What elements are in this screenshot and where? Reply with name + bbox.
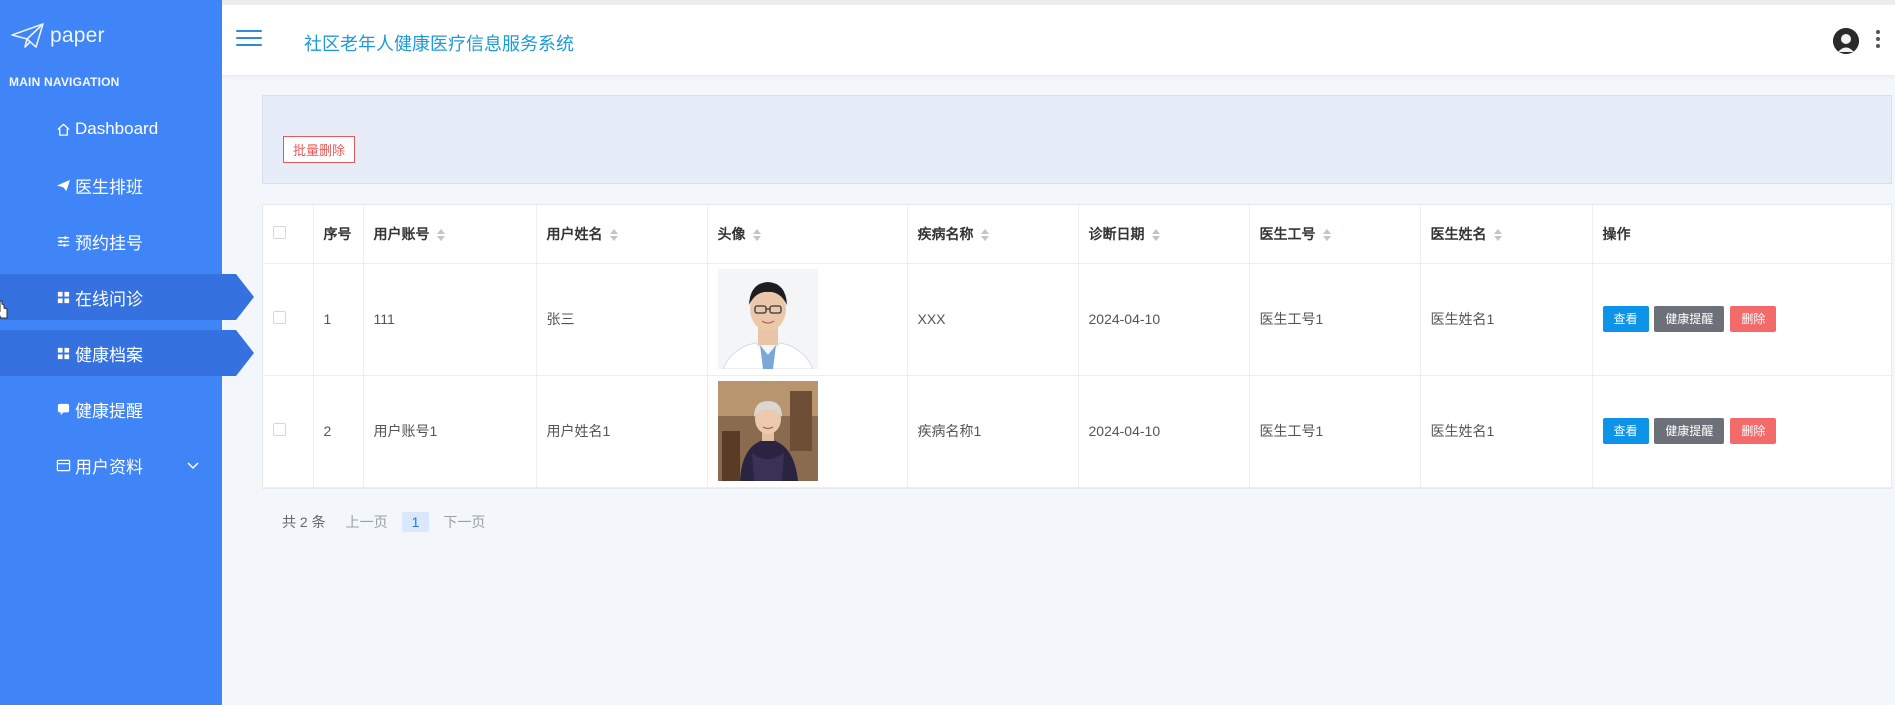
home-icon	[55, 121, 71, 137]
select-all-checkbox[interactable]	[273, 225, 286, 239]
table-row: 2 用户账号1 用户姓名1 疾病名称1 2024-04-10 医生工号1 医生姓…	[263, 375, 1893, 488]
delete-button[interactable]: 删除	[1730, 418, 1777, 444]
nav-list: Dashboard 医生排班 预约挂号 在线问诊 健康档案 健康提醒 用户资料	[0, 106, 254, 498]
cell-index: 2	[313, 375, 364, 488]
cell-doctor-name: 医生姓名1	[1420, 375, 1593, 488]
sort-icon[interactable]	[980, 228, 990, 242]
sidebar-item-doctor-schedule[interactable]: 医生排班	[0, 162, 222, 208]
cell-avatar	[707, 263, 908, 376]
sort-icon[interactable]	[1493, 228, 1503, 242]
cell-index: 1	[313, 263, 364, 376]
app-title: 社区老年人健康医疗信息服务系统	[304, 34, 574, 54]
sidebar-item-label: 医生排班	[75, 177, 143, 197]
health-reminder-button[interactable]: 健康提醒	[1654, 306, 1725, 332]
column-header-sortable[interactable]: 用户姓名	[536, 205, 708, 264]
avatar-photo-elderly-woman[interactable]	[717, 381, 818, 481]
more-vertical-icon[interactable]	[1875, 30, 1881, 52]
brand-text: paper	[50, 24, 105, 47]
delete-button[interactable]: 删除	[1730, 306, 1777, 332]
chat-bubble-icon	[55, 401, 71, 417]
header-top-strip	[222, 0, 1895, 5]
cell-name: 张三	[536, 263, 708, 376]
cell-disease: 疾病名称1	[907, 375, 1079, 488]
column-header-sortable[interactable]: 医生工号	[1249, 205, 1421, 264]
row-select-cell	[263, 263, 314, 376]
nav-section-title: MAIN NAVIGATION	[9, 75, 120, 89]
next-page-button[interactable]: 下一页	[443, 512, 485, 532]
row-checkbox[interactable]	[273, 311, 286, 324]
sort-icon[interactable]	[1322, 228, 1332, 242]
cell-actions: 查看 健康提醒 删除	[1592, 263, 1893, 376]
column-header-sortable[interactable]: 诊断日期	[1078, 205, 1250, 264]
data-table: 序号 用户账号 用户姓名 头像 疾病名称 诊断日期 医生工号 医生姓名 操作 1…	[262, 204, 1893, 489]
hand-cursor-icon	[0, 300, 8, 319]
sidebar-item-user-profile[interactable]: 用户资料	[0, 442, 222, 488]
sort-icon[interactable]	[609, 228, 619, 242]
column-header-sortable[interactable]: 头像	[707, 205, 908, 264]
cell-actions: 查看 健康提醒 删除	[1592, 375, 1893, 488]
cell-date: 2024-04-10	[1078, 375, 1250, 488]
sidebar-item-health-reminder[interactable]: 健康提醒	[0, 386, 222, 432]
health-reminder-button[interactable]: 健康提醒	[1654, 418, 1725, 444]
sidebar-item-label: 健康档案	[75, 345, 143, 365]
sidebar-item-label: Dashboard	[75, 119, 159, 138]
top-header: 社区老年人健康医疗信息服务系统	[222, 0, 1895, 76]
paper-plane-logo-icon	[11, 23, 44, 48]
sidebar-item-label: 在线问诊	[75, 289, 143, 309]
view-button[interactable]: 查看	[1602, 418, 1649, 444]
sort-icon[interactable]	[1151, 228, 1161, 242]
paper-plane-icon	[55, 177, 71, 193]
cell-doctor-id: 医生工号1	[1249, 375, 1421, 488]
cell-avatar	[707, 375, 908, 488]
sidebar-item-label: 预约挂号	[75, 233, 143, 253]
batch-delete-button[interactable]: 批量删除	[283, 136, 356, 163]
pagination: 共 2 条 上一页 1 下一页	[282, 512, 499, 532]
sidebar: paper MAIN NAVIGATION Dashboard 医生排班 预约挂…	[0, 0, 254, 705]
sort-icon[interactable]	[752, 228, 762, 242]
cell-account: 用户账号1	[363, 375, 537, 488]
user-avatar[interactable]	[1833, 28, 1859, 54]
page-number-current[interactable]: 1	[401, 512, 430, 532]
sidebar-item-dashboard[interactable]: Dashboard	[0, 106, 222, 152]
column-header: 序号	[313, 205, 364, 264]
sidebar-item-health-record[interactable]: 健康档案	[0, 330, 254, 376]
select-all-cell	[263, 205, 314, 264]
brand-logo[interactable]: paper	[10, 20, 105, 52]
avatar-photo-doctor[interactable]	[717, 269, 818, 369]
cell-account: 111	[363, 263, 537, 376]
column-header: 操作	[1592, 205, 1893, 264]
column-header-sortable[interactable]: 疾病名称	[907, 205, 1079, 264]
cell-doctor-id: 医生工号1	[1249, 263, 1421, 376]
menu-toggle-icon[interactable]	[236, 30, 262, 50]
prev-page-button[interactable]: 上一页	[346, 512, 388, 532]
sort-icon[interactable]	[436, 228, 446, 242]
sidebar-item-online-consult[interactable]: 在线问诊	[0, 274, 254, 320]
table-header-row: 序号 用户账号 用户姓名 头像 疾病名称 诊断日期 医生工号 医生姓名 操作	[263, 205, 1893, 264]
row-checkbox[interactable]	[273, 423, 286, 436]
id-card-icon	[55, 457, 71, 473]
chevron-down-icon[interactable]	[186, 458, 200, 472]
cell-name: 用户姓名1	[536, 375, 708, 488]
sidebar-item-label: 健康提醒	[75, 401, 143, 421]
cell-disease: XXX	[907, 263, 1079, 376]
sliders-icon	[55, 233, 71, 249]
sidebar-item-label: 用户资料	[75, 457, 143, 477]
row-select-cell	[263, 375, 314, 488]
grid-icon	[55, 289, 71, 305]
grid-icon	[55, 345, 71, 361]
column-header-sortable[interactable]: 用户账号	[363, 205, 537, 264]
column-header-sortable[interactable]: 医生姓名	[1420, 205, 1593, 264]
pagination-total: 共 2 条	[282, 514, 326, 530]
cell-date: 2024-04-10	[1078, 263, 1250, 376]
sidebar-item-appointment[interactable]: 预约挂号	[0, 218, 222, 264]
cell-doctor-name: 医生姓名1	[1420, 263, 1593, 376]
toolbar-panel: 批量删除	[262, 95, 1892, 184]
table-row: 1 111 张三 XXX 2024-04-10 医生工号1 医生姓名1 查看 健…	[263, 263, 1893, 376]
view-button[interactable]: 查看	[1602, 306, 1649, 332]
